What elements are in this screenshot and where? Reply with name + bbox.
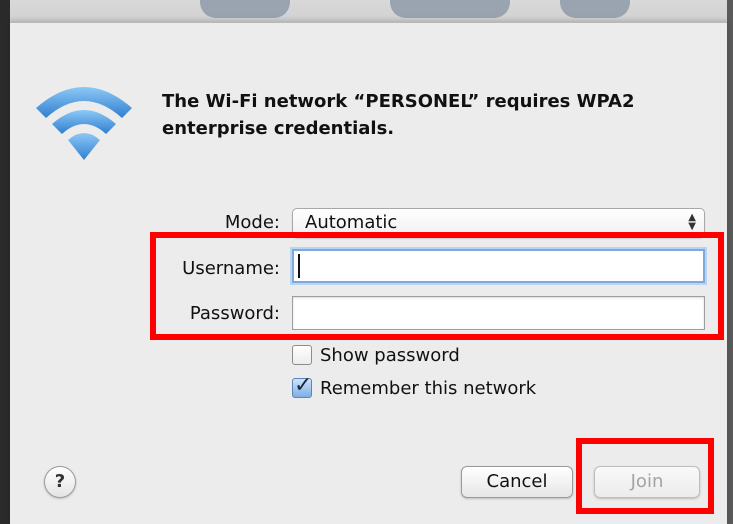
remember-network-checkbox[interactable]: ✓ <box>292 373 312 398</box>
background-shape <box>560 0 630 18</box>
network-name: PERSONEL <box>365 91 468 112</box>
screen: The Wi-Fi network “PERSONEL” requires WP… <box>0 0 733 524</box>
cancel-button[interactable]: Cancel <box>461 466 573 498</box>
username-label: Username: <box>182 258 280 279</box>
background-shape <box>390 0 510 18</box>
wifi-icon <box>36 87 132 160</box>
mode-select-value: Automatic <box>305 212 398 233</box>
mode-select[interactable]: Automatic ▲ ▼ <box>292 208 705 238</box>
remember-network-label[interactable]: Remember this network <box>320 378 536 399</box>
help-button[interactable]: ? <box>44 466 76 498</box>
show-password-option[interactable]: Show password <box>292 342 460 368</box>
remember-network-option[interactable]: ✓ Remember this network <box>292 373 536 401</box>
window-edge-left <box>0 0 10 524</box>
message-prefix: The Wi-Fi network “ <box>162 91 366 112</box>
password-field[interactable] <box>292 296 705 330</box>
join-button[interactable]: Join <box>594 466 700 498</box>
text-caret <box>298 254 300 278</box>
background-shape <box>200 0 290 18</box>
window-edge-right <box>727 0 733 524</box>
dialog-message: The Wi-Fi network “PERSONEL” requires WP… <box>162 88 702 142</box>
show-password-checkbox[interactable] <box>292 345 312 365</box>
username-field[interactable] <box>292 249 705 283</box>
checkmark-icon: ✓ <box>294 373 313 398</box>
password-label: Password: <box>189 303 280 324</box>
select-arrows-icon: ▲ ▼ <box>688 212 696 232</box>
mode-label: Mode: <box>224 212 280 233</box>
show-password-label[interactable]: Show password <box>320 345 460 366</box>
